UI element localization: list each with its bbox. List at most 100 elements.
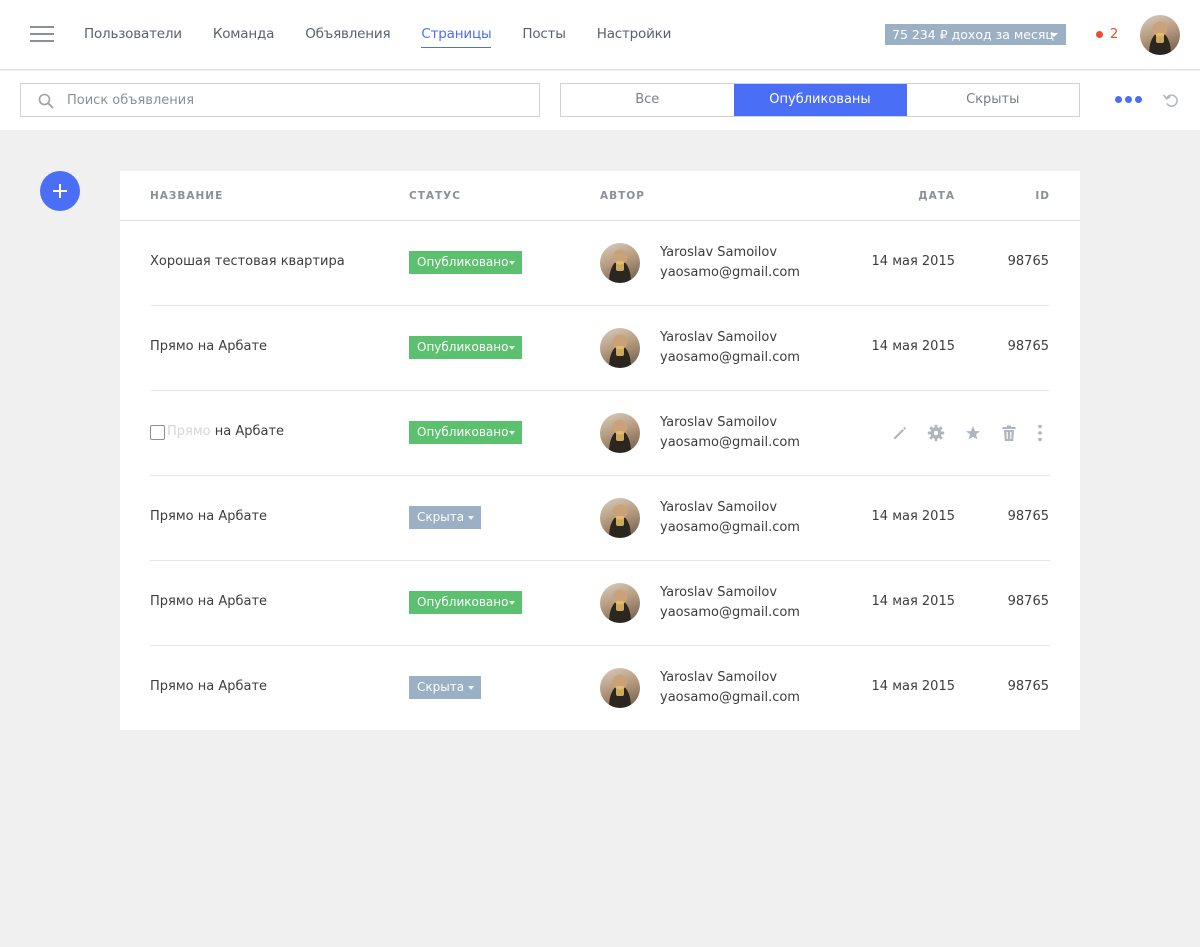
author-email: yaosamo@gmail.com (660, 690, 800, 705)
income-dropdown[interactable]: 75 234 ₽ доход за месяц (885, 24, 1066, 45)
author-email: yaosamo@gmail.com (660, 265, 800, 280)
top-bar: Пользователи Команда Объявления Страницы… (0, 0, 1200, 70)
row-date: 14 мая 2015 (871, 679, 955, 694)
status-badge[interactable]: Опубликовано (409, 421, 522, 444)
status-label: Опубликовано (417, 425, 509, 439)
nav-item-users[interactable]: Пользователи (84, 0, 182, 70)
avatar (600, 243, 640, 283)
add-button[interactable] (40, 171, 80, 211)
chevron-down-icon (509, 261, 515, 265)
row-date: 14 мая 2015 (871, 594, 955, 609)
chevron-down-icon (509, 346, 515, 350)
author-email: yaosamo@gmail.com (660, 350, 800, 365)
author-email: yaosamo@gmail.com (660, 605, 800, 620)
status-label: Опубликовано (417, 595, 509, 609)
row-title: Прямо на Арбате (150, 594, 268, 609)
row-id: 98765 (1007, 509, 1049, 524)
notification-count: 2 (1110, 26, 1119, 42)
chevron-down-icon (509, 431, 515, 435)
table-row[interactable]: Прямо на Арбате Скрыта Yaroslav Samoilov… (150, 476, 1050, 561)
author-name: Yaroslav Samoilov (660, 330, 778, 345)
status-badge[interactable]: Опубликовано (409, 591, 522, 614)
row-date: 14 мая 2015 (871, 509, 955, 524)
column-header-date[interactable]: ДАТА (918, 190, 955, 202)
filter-hidden[interactable]: Скрыты (907, 84, 1080, 116)
nav-item-settings[interactable]: Настройки (597, 0, 672, 70)
filter-all[interactable]: Все (561, 84, 734, 116)
star-icon[interactable] (963, 423, 983, 443)
table-row[interactable]: Прямо на Арбате Опубликовано Yaroslav Sa… (150, 306, 1050, 391)
gear-icon[interactable] (926, 423, 946, 443)
author-name: Yaroslav Samoilov (660, 585, 778, 600)
search-input[interactable] (67, 84, 527, 116)
chevron-down-icon (468, 516, 474, 520)
avatar (600, 498, 640, 538)
search-icon (38, 93, 54, 109)
table-row-hovered[interactable]: Прямо на Арбате Опубликовано Yaroslav Sa… (150, 391, 1050, 476)
notification-dot-icon (1096, 30, 1103, 38)
toolbar: Все Опубликованы Скрыты (0, 71, 1200, 130)
avatar (600, 328, 640, 368)
nav-item-pages[interactable]: Страницы (421, 0, 492, 70)
row-date: 14 мая 2015 (871, 254, 955, 269)
status-label: Скрыта (417, 510, 465, 524)
row-title-faded: Прямо (167, 424, 211, 439)
row-title: Прямо на Арбате (150, 339, 268, 354)
column-header-status[interactable]: СТАТУС (409, 190, 461, 202)
chevron-down-icon (1050, 33, 1058, 37)
chevron-down-icon (468, 686, 474, 690)
pages-table: НАЗВАНИЕ СТАТУС АВТОР ДАТА ID Хорошая те… (120, 171, 1080, 730)
avatar (600, 583, 640, 623)
row-id: 98765 (1007, 339, 1049, 354)
filter-published[interactable]: Опубликованы (733, 84, 907, 116)
status-label: Опубликовано (417, 340, 509, 354)
search-box (20, 83, 540, 117)
author-name: Yaroslav Samoilov (660, 500, 778, 515)
main-nav: Пользователи Команда Объявления Страницы… (84, 0, 702, 70)
row-id: 98765 (1007, 594, 1049, 609)
author-email: yaosamo@gmail.com (660, 435, 800, 450)
menu-icon[interactable] (30, 26, 54, 44)
column-header-author[interactable]: АВТОР (600, 190, 645, 202)
row-title: Хорошая тестовая квартира (150, 254, 345, 269)
author-name: Yaroslav Samoilov (660, 670, 778, 685)
avatar (600, 668, 640, 708)
nav-item-ads[interactable]: Объявления (305, 0, 390, 70)
table-row[interactable]: Хорошая тестовая квартира Опубликовано Y… (150, 221, 1050, 306)
more-horizontal-icon[interactable] (1115, 96, 1145, 104)
status-badge[interactable]: Скрыта (409, 676, 481, 699)
user-avatar[interactable] (1140, 15, 1180, 55)
row-id: 98765 (1007, 254, 1049, 269)
status-label: Скрыта (417, 680, 465, 694)
status-filter: Все Опубликованы Скрыты (560, 83, 1080, 117)
status-badge[interactable]: Опубликовано (409, 251, 522, 274)
table-header: НАЗВАНИЕ СТАТУС АВТОР ДАТА ID (120, 171, 1080, 221)
undo-icon[interactable] (1162, 91, 1180, 109)
row-title-visible: на Арбате (214, 424, 285, 439)
avatar (600, 413, 640, 453)
income-label: 75 234 ₽ доход за месяц (892, 27, 1054, 42)
table-row[interactable]: Прямо на Арбате Опубликовано Yaroslav Sa… (150, 561, 1050, 646)
row-title: Прямо на Арбате (167, 424, 284, 439)
nav-item-posts[interactable]: Посты (522, 0, 566, 70)
status-label: Опубликовано (417, 255, 509, 269)
row-title: Прямо на Арбате (150, 679, 268, 694)
table-row[interactable]: Прямо на Арбате Скрыта Yaroslav Samoilov… (150, 646, 1050, 731)
author-name: Yaroslav Samoilov (660, 415, 778, 430)
column-header-name[interactable]: НАЗВАНИЕ (150, 190, 223, 202)
row-checkbox[interactable] (150, 425, 165, 440)
row-actions (890, 423, 1050, 443)
row-date: 14 мая 2015 (871, 339, 955, 354)
row-id: 98765 (1007, 679, 1049, 694)
row-title: Прямо на Арбате (150, 509, 268, 524)
vertical-dots-icon[interactable] (1030, 423, 1050, 443)
status-badge[interactable]: Скрыта (409, 506, 481, 529)
column-header-id[interactable]: ID (1035, 190, 1050, 202)
author-name: Yaroslav Samoilov (660, 245, 778, 260)
chevron-down-icon (509, 601, 515, 605)
nav-item-team[interactable]: Команда (213, 0, 275, 70)
status-badge[interactable]: Опубликовано (409, 336, 522, 359)
pencil-icon[interactable] (890, 423, 910, 443)
notifications-button[interactable]: 2 (1096, 26, 1118, 42)
trash-icon[interactable] (999, 423, 1019, 443)
